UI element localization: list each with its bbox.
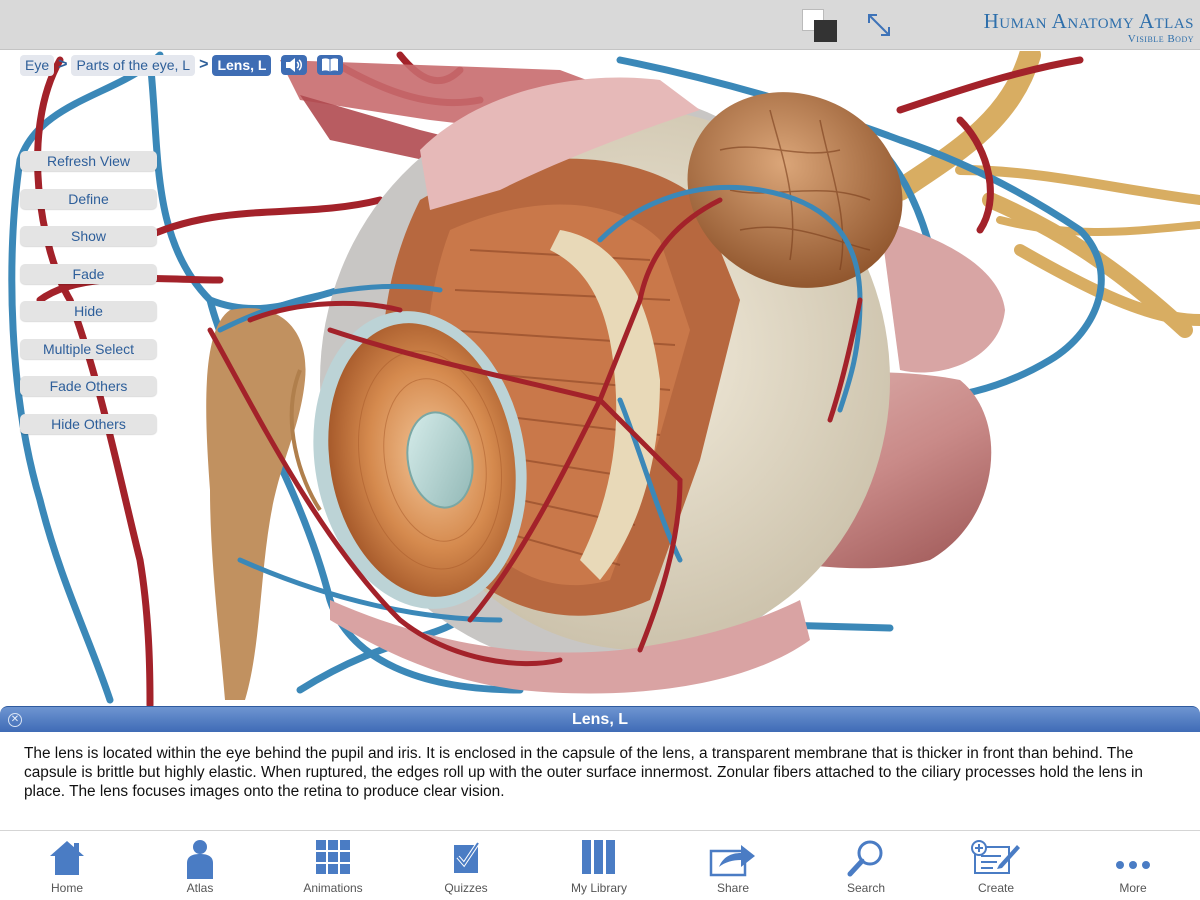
breadcrumb-item-current[interactable]: Lens, L	[212, 54, 272, 76]
toolbar-label: Atlas	[186, 881, 214, 895]
toolbar-label: Home	[50, 881, 83, 895]
toolbar-create[interactable]: Create	[946, 831, 1046, 900]
home-icon	[50, 841, 84, 875]
library-icon	[582, 840, 615, 874]
toolbar-more[interactable]: More	[1083, 831, 1183, 900]
checkbox-icon	[454, 841, 480, 873]
info-panel-description: The lens is located within the eye behin…	[0, 732, 1200, 830]
side-menu: Refresh View Define Show Fade Hide Multi…	[20, 151, 158, 451]
fade-others-button[interactable]: Fade Others	[20, 376, 157, 396]
toolbar-quizzes[interactable]: Quizzes	[416, 831, 516, 900]
bottom-toolbar: Home Atlas Animations Quizzes My Library…	[0, 830, 1200, 900]
show-button[interactable]: Show	[20, 226, 157, 246]
person-icon	[187, 840, 213, 879]
eye-model-illustration[interactable]	[0, 51, 1200, 706]
top-bar: Human Anatomy Atlas Visible Body	[0, 0, 1200, 50]
app-brand: Human Anatomy Atlas Visible Body	[984, 9, 1194, 45]
layers-toggle-icon[interactable]	[802, 9, 838, 43]
toolbar-label: Share	[716, 881, 750, 895]
toolbar-label: More	[1119, 881, 1147, 895]
define-button[interactable]: Define	[20, 188, 157, 209]
breadcrumb-item-parts[interactable]: Parts of the eye, L	[71, 54, 196, 76]
toolbar-atlas[interactable]: Atlas	[150, 831, 250, 900]
share-icon	[709, 845, 755, 877]
search-icon	[847, 840, 883, 877]
audio-icon[interactable]	[281, 55, 308, 75]
hide-button[interactable]: Hide	[20, 301, 157, 321]
info-panel-header: ✕ Lens, L	[0, 706, 1200, 732]
hide-others-button[interactable]: Hide Others	[20, 413, 157, 434]
multiple-select-button[interactable]: Multiple Select	[20, 338, 157, 359]
toolbar-animations[interactable]: Animations	[283, 831, 383, 900]
toolbar-label: Search	[846, 881, 886, 895]
book-icon[interactable]	[317, 55, 344, 75]
toolbar-label: Animations	[303, 881, 363, 895]
toolbar-search[interactable]: Search	[816, 831, 916, 900]
toolbar-label: Quizzes	[444, 881, 488, 895]
more-icon	[1116, 861, 1150, 869]
grid-icon	[316, 840, 350, 874]
app-title: Human Anatomy Atlas	[983, 9, 1194, 33]
toolbar-label: Create	[977, 881, 1015, 895]
toolbar-label: My Library	[570, 881, 627, 895]
refresh-view-button[interactable]: Refresh View	[20, 151, 157, 171]
fade-button[interactable]: Fade	[20, 263, 157, 284]
toolbar-home[interactable]: Home	[17, 831, 117, 900]
anatomy-3d-viewer[interactable]	[0, 51, 1200, 706]
breadcrumb-item-eye[interactable]: Eye	[20, 54, 55, 76]
app-subtitle: Visible Body	[1127, 33, 1194, 45]
toolbar-share[interactable]: Share	[683, 831, 783, 900]
breadcrumb: Eye > Parts of the eye, L > Lens, L	[20, 54, 344, 76]
create-icon	[971, 840, 1020, 874]
info-panel-title: Lens, L	[571, 711, 628, 728]
breadcrumb-separator: >	[199, 56, 209, 73]
fullscreen-icon[interactable]	[862, 8, 896, 42]
toolbar-my-library[interactable]: My Library	[549, 831, 649, 900]
breadcrumb-separator: >	[58, 56, 68, 73]
